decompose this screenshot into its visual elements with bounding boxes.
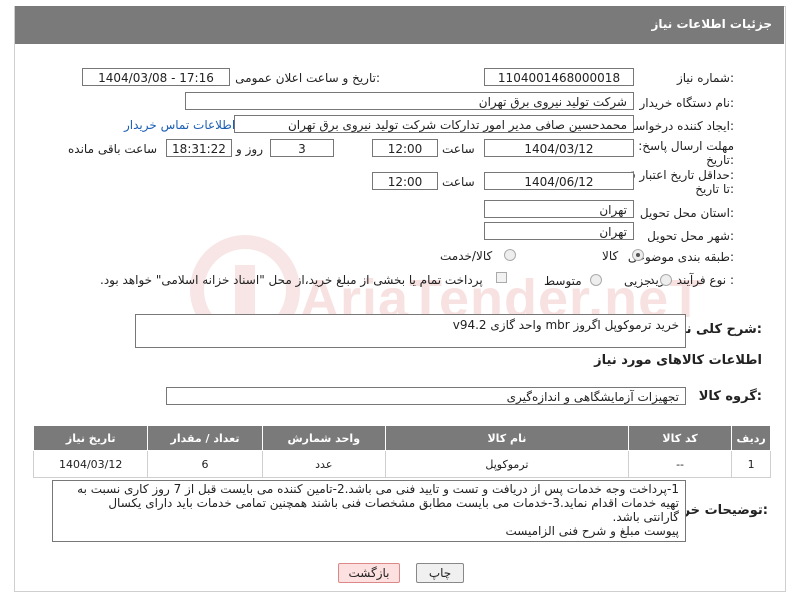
description-text: خرید ترموکوپل اگروز mbr واحد گازی v94.2 [452, 318, 679, 332]
back-button[interactable]: بازگشت [338, 563, 400, 583]
buyer-notes-line-2: تهیه خدمات اقدام نماید.3-خدمات می بایست … [108, 496, 679, 510]
category-option-goods: کالا [602, 249, 619, 263]
goods-group-field: تجهیزات آزمایشگاهی و اندازه‌گیری [166, 387, 686, 405]
announce-label: تاریخ و ساعت اعلان عمومی: [235, 71, 380, 85]
process-option-medium: متوسط [544, 274, 582, 288]
validity-time-field: 12:00 [372, 172, 438, 190]
col-row: ردیف [731, 425, 771, 451]
buyer-contact-link[interactable]: اطلاعات تماس خریدار [124, 118, 235, 132]
days-label: روز و [236, 142, 263, 156]
col-code: کد کالا [627, 425, 733, 451]
cell-name: ترموکوپل [384, 450, 629, 478]
col-name: نام کالا [384, 425, 629, 451]
col-need-date: تاریخ نیاز [32, 425, 149, 451]
goods-section-title: اطلاعات کالاهای مورد نیاز [594, 353, 762, 368]
description-field: خرید ترموکوپل اگروز mbr واحد گازی v94.2 [135, 314, 686, 348]
province-field: تهران [484, 200, 634, 218]
requester-label: ایجاد کننده درخواست: [623, 119, 734, 133]
treasury-note: پرداخت تمام یا بخشی از مبلغ خرید،از محل … [100, 273, 483, 287]
buyer-notes-line-4: پیوست مبلغ و شرح فنی الزامیست [505, 524, 679, 538]
city-label: شهر محل تحویل: [647, 229, 734, 243]
deadline-time-label: ساعت [442, 142, 475, 156]
page-title: جزئیات اطلاعات نیاز [651, 17, 772, 31]
need-number-field: 1104001468000018 [484, 68, 634, 86]
remaining-label: ساعت باقی مانده [68, 142, 158, 156]
validity-date-field: 1404/06/12 [484, 172, 634, 190]
days-remaining-field: 3 [270, 139, 334, 157]
buyer-org-field: شرکت تولید نیروی برق تهران [185, 92, 634, 110]
category-label: طبقه بندی موضوعی: [627, 250, 734, 264]
cell-row: 1 [731, 450, 771, 478]
validity-time-label: ساعت [442, 175, 475, 189]
table-row: 1 -- ترموکوپل عدد 6 1404/03/12 [32, 450, 771, 478]
goods-group-label: گروه کالا: [698, 389, 762, 404]
validity-label-line2: تا تاریخ: [695, 182, 734, 196]
category-option-goods-service: کالا/خدمت [440, 249, 493, 263]
province-label: استان محل تحویل: [639, 206, 734, 220]
col-unit: واحد شمارش [261, 425, 386, 451]
deadline-label-line1: مهلت ارسال پاسخ: تا [627, 139, 734, 153]
goods-table-header: ردیف کد کالا نام کالا واحد شمارش تعداد /… [32, 425, 771, 451]
deadline-label-line2: تاریخ: [706, 153, 734, 167]
goods-table: ردیف کد کالا نام کالا واحد شمارش تعداد /… [32, 425, 771, 478]
buyer-notes-field: 1-پرداخت وجه خدمات پس از دریافت و تست و … [52, 480, 686, 542]
buyer-notes-line-1: 1-پرداخت وجه خدمات پس از دریافت و تست و … [77, 482, 679, 496]
category-radio-goods-service[interactable] [504, 249, 516, 261]
treasury-checkbox[interactable] [496, 272, 507, 283]
page-header: جزئیات اطلاعات نیاز [15, 6, 784, 44]
cell-quantity: 6 [147, 450, 263, 478]
deadline-date-field: 1404/03/12 [484, 139, 634, 157]
need-number-label: شماره نیاز: [676, 71, 734, 85]
buyer-org-label: نام دستگاه خریدار: [639, 96, 735, 110]
requester-field: محمدحسین صافی مدیر امور تدارکات شرکت تول… [234, 115, 634, 133]
city-field: تهران [484, 222, 634, 240]
process-option-minor: جزیی [624, 274, 652, 288]
process-radio-minor[interactable] [660, 274, 672, 286]
col-quantity: تعداد / مقدار [147, 425, 263, 451]
category-radio-goods[interactable] [632, 249, 644, 261]
cell-need-date: 1404/03/12 [32, 450, 149, 478]
buyer-notes-line-3: گارانتی باشد. [612, 510, 679, 524]
print-button[interactable]: چاپ [416, 563, 464, 583]
remaining-time-field: 18:31:22 [166, 139, 232, 157]
deadline-time-field: 12:00 [372, 139, 438, 157]
cell-code: -- [627, 450, 733, 478]
cell-unit: عدد [261, 450, 386, 478]
process-radio-medium[interactable] [590, 274, 602, 286]
announce-field: 1404/03/08 - 17:16 [82, 68, 230, 86]
